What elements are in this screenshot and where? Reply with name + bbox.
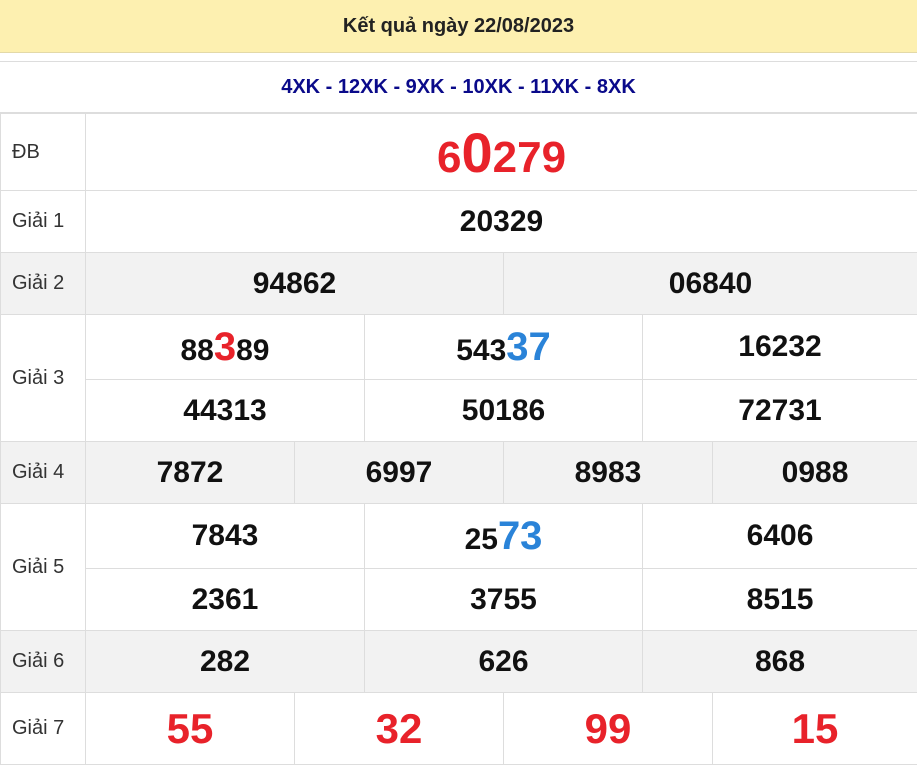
prize-6-number-2: 626 [364,630,643,693]
prize-5-number-5: 3755 [364,568,643,631]
lottery-codes: 4XK - 12XK - 9XK - 10XK - 11XK - 8XK [281,75,636,98]
prize-4-number-1: 7872 [85,441,295,504]
prize-3-number-1: 88389 [85,314,365,380]
prize-6-number-3: 868 [641,630,917,693]
special-digit-1: 6 [436,132,462,182]
prize-label-7: Giải 7 [0,692,86,765]
prize-row-5a: Giải 5 7843 2573 6406 [0,503,917,631]
prize-row-5b: 2361 3755 8515 [1,568,917,631]
prize-row-4: Giải 4 7872 6997 8983 0988 [0,441,917,504]
special-digit-rest: 279 [492,132,567,182]
prize-row-1: Giải 1 20329 [0,190,917,253]
results-title: Kết quả ngày 22/08/2023 [342,14,575,37]
special-prize-number: 60279 [436,121,567,184]
prize-3-number-2: 54337 [364,314,643,380]
prize-3-number-4: 44313 [85,379,365,442]
special-digit-2: 0 [461,120,493,184]
prize-label-4: Giải 4 [0,441,86,504]
prize-7-number-2: 32 [294,692,504,765]
prize-5-number-2: 2573 [364,503,643,569]
prize-4-number-3: 8983 [503,441,713,504]
prize-7-number-3: 99 [503,692,713,765]
prize-label-3: Giải 3 [0,314,86,442]
prize-row-3a: Giải 3 88389 54337 16232 [0,314,917,442]
highlight-digits: 73 [497,513,543,558]
highlight-digits: 3 [213,324,237,369]
prize-5-number-4: 2361 [85,568,365,631]
prize-label-6: Giải 6 [0,630,86,693]
prize-row-7: Giải 7 55 32 99 15 [0,692,917,765]
lottery-codes-bar: 4XK - 12XK - 9XK - 10XK - 11XK - 8XK [0,61,917,113]
prize-row-3b: 44313 50186 72731 [1,379,917,442]
prize-5-number-1: 7843 [85,503,365,569]
prize-4-number-4: 0988 [711,441,917,504]
prize-4-number-2: 6997 [294,441,504,504]
prize-row-6: Giải 6 282 626 868 [0,630,917,693]
prize-row-special: ĐB 60279 [0,113,917,191]
prize-label-2: Giải 2 [0,252,86,315]
prize-row-2: Giải 2 94862 06840 [0,252,917,315]
prize-2-number-2: 06840 [502,252,917,315]
prize-label-special: ĐB [0,113,86,191]
results-table: ĐB 60279 Giải 1 20329 Giải 2 94862 06840… [0,113,917,765]
prize-label-1: Giải 1 [0,190,86,253]
prize-3-number-5: 50186 [364,379,643,442]
prize-5-number-6: 8515 [641,568,917,631]
prize-5-number-3: 6406 [641,503,917,569]
prize-label-5: Giải 5 [0,503,86,631]
prize-1-number: 20329 [84,190,917,253]
prize-7-number-1: 55 [85,692,295,765]
prize-2-number-1: 94862 [85,252,504,315]
prize-7-number-4: 15 [711,692,917,765]
special-prize-cell: 60279 [84,113,917,191]
highlight-digits: 37 [506,324,551,369]
prize-3-number-6: 72731 [641,379,917,442]
results-date-header: Kết quả ngày 22/08/2023 [0,0,917,53]
prize-3-number-3: 16232 [641,314,917,380]
prize-6-number-1: 282 [85,630,365,693]
